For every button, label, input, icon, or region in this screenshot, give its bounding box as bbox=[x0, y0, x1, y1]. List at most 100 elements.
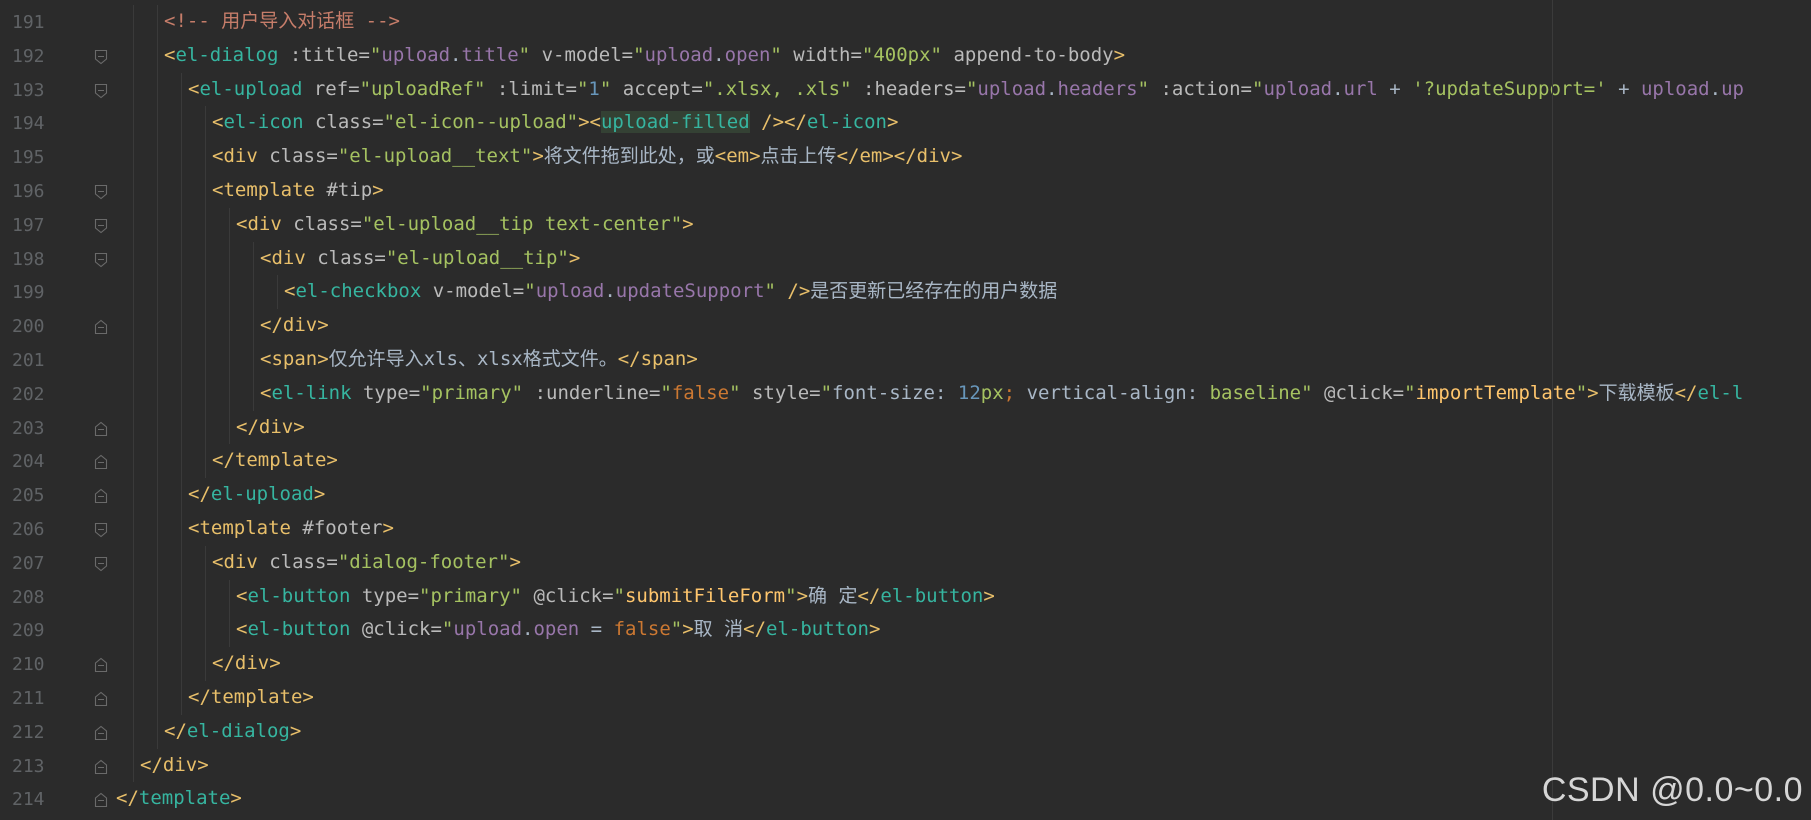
code-token: > bbox=[382, 517, 394, 539]
code-text: </template> bbox=[116, 782, 242, 816]
code-token: 点击上传 bbox=[760, 145, 837, 168]
fold-open-icon[interactable] bbox=[94, 556, 108, 572]
code-line[interactable]: <div class="el-upload__tip text-center"> bbox=[110, 207, 1811, 242]
code-token: </div> bbox=[140, 753, 209, 776]
indent-guide bbox=[157, 579, 158, 614]
code-token: :action= bbox=[1149, 77, 1252, 100]
code-line[interactable]: <el-button type="primary" @click="submit… bbox=[110, 579, 1811, 614]
fold-close-icon[interactable] bbox=[94, 454, 108, 470]
code-token: </div> bbox=[260, 314, 329, 337]
code-token: < bbox=[164, 43, 176, 66]
code-line[interactable]: <div class="el-upload__tip"> bbox=[110, 241, 1811, 276]
indent-guide bbox=[133, 241, 134, 276]
gutter-row: 205 bbox=[0, 478, 108, 512]
code-line[interactable]: <el-button @click="upload.open = false">… bbox=[110, 613, 1811, 648]
indent-guide bbox=[229, 241, 230, 276]
indent-guide bbox=[181, 410, 182, 445]
code-token: <template bbox=[188, 517, 291, 539]
fold-open-icon[interactable] bbox=[94, 184, 108, 200]
indent-guide bbox=[181, 72, 182, 107]
code-token: " bbox=[820, 381, 833, 404]
code-token: " bbox=[1301, 381, 1313, 404]
fold-close-icon[interactable] bbox=[94, 319, 108, 335]
code-token: v-model= bbox=[530, 43, 634, 66]
fold-open-icon[interactable] bbox=[94, 522, 108, 538]
fold-close-icon[interactable] bbox=[94, 725, 108, 741]
right-margin-guide bbox=[1552, 0, 1553, 820]
code-line[interactable]: <span>仅允许导入xls、xlsx格式文件。</span> bbox=[110, 343, 1811, 377]
fold-close-icon[interactable] bbox=[94, 759, 108, 775]
indent-guide bbox=[157, 376, 158, 411]
code-token: type= bbox=[350, 584, 420, 607]
code-line[interactable]: <el-link type="primary" :underline="fals… bbox=[110, 376, 1811, 411]
fold-close-icon[interactable] bbox=[94, 657, 108, 673]
code-token: </ bbox=[164, 719, 187, 742]
code-token: > bbox=[796, 584, 809, 607]
code-token: "el-upload__tip text-center" bbox=[361, 212, 683, 235]
code-line[interactable]: <el-dialog :title="upload.title" v-model… bbox=[110, 38, 1811, 73]
code-token: class= bbox=[257, 145, 338, 168]
indent-guide bbox=[157, 444, 158, 479]
code-token: upload bbox=[535, 280, 605, 303]
code-token: upload bbox=[644, 43, 714, 66]
code-line[interactable]: <el-checkbox v-model="upload.updateSuppo… bbox=[110, 275, 1811, 310]
gutter-row: 193 bbox=[0, 73, 108, 107]
code-token: > bbox=[868, 618, 881, 641]
code-line[interactable]: <div class="dialog-footer"> bbox=[110, 545, 1811, 580]
code-line[interactable]: <div class="el-upload__text">将文件拖到此处，或<e… bbox=[110, 140, 1811, 174]
code-line[interactable]: </el-upload> bbox=[110, 478, 1811, 512]
code-token: 12 bbox=[957, 381, 981, 404]
code-area[interactable]: <!-- 用户导入对话框 --> <el-dialog :title="uploa… bbox=[110, 0, 1811, 820]
indent-guide bbox=[181, 174, 182, 208]
code-line[interactable]: <el-upload ref="uploadRef" :limit="1" ac… bbox=[110, 72, 1811, 107]
code-token: </div> bbox=[236, 415, 305, 438]
code-line[interactable]: </template> bbox=[110, 444, 1811, 479]
gutter-row: 207 bbox=[0, 546, 108, 580]
csdn-watermark: CSDN @0.0~0.0 bbox=[1541, 771, 1803, 809]
fold-close-icon[interactable] bbox=[94, 421, 108, 437]
code-token: < bbox=[236, 584, 248, 607]
fold-close-icon[interactable] bbox=[94, 792, 108, 808]
code-token: upload bbox=[1263, 77, 1333, 100]
code-token: > bbox=[1587, 381, 1599, 404]
code-token: <div bbox=[260, 246, 306, 269]
code-line[interactable]: </div> bbox=[110, 647, 1811, 681]
code-line[interactable]: </el-dialog> bbox=[110, 714, 1811, 749]
code-text: <template #tip> bbox=[212, 174, 384, 208]
fold-open-icon[interactable] bbox=[94, 83, 108, 99]
code-line[interactable]: <!-- 用户导入对话框 --> bbox=[110, 5, 1811, 39]
fold-open-icon[interactable] bbox=[94, 252, 108, 268]
code-token: " bbox=[660, 381, 672, 404]
fold-open-icon[interactable] bbox=[94, 218, 108, 234]
code-line[interactable]: </div> bbox=[110, 309, 1811, 343]
code-text: </el-dialog> bbox=[164, 715, 301, 749]
indent-guide bbox=[205, 376, 206, 411]
gutter-row: 210 bbox=[0, 647, 108, 681]
indent-guide bbox=[133, 376, 134, 411]
code-editor[interactable]: 191 192 193 194 195 196 197 198 199 200 201 202 203 2… bbox=[0, 0, 1811, 820]
code-token: 是否更新已经存在的用户数据 bbox=[810, 280, 1058, 303]
indent-guide bbox=[157, 174, 158, 208]
code-line[interactable]: </div> bbox=[110, 410, 1811, 445]
indent-guide bbox=[205, 545, 206, 580]
code-token: :limit= bbox=[485, 77, 577, 100]
code-line[interactable]: <template #footer> bbox=[110, 512, 1811, 546]
fold-open-icon[interactable] bbox=[94, 49, 108, 65]
gutter-row: 212 bbox=[0, 715, 108, 749]
code-line[interactable]: </template> bbox=[110, 681, 1811, 715]
indent-guide bbox=[181, 140, 182, 174]
code-token: </ bbox=[116, 787, 139, 810]
fold-close-icon[interactable] bbox=[94, 488, 108, 504]
code-line[interactable]: <template #tip> bbox=[110, 174, 1811, 208]
gutter-row: 191 bbox=[0, 5, 108, 39]
code-token: class= bbox=[303, 111, 384, 134]
indent-guide bbox=[253, 241, 254, 276]
fold-close-icon[interactable] bbox=[94, 691, 108, 707]
code-token: accept= bbox=[611, 77, 703, 100]
code-line[interactable]: <el-icon class="el-icon--upload"><upload… bbox=[110, 106, 1811, 141]
gutter-row: 203 bbox=[0, 411, 108, 445]
indent-guide bbox=[133, 343, 134, 377]
code-token: <div bbox=[212, 145, 258, 168]
indent-guide bbox=[133, 647, 134, 681]
indent-guide bbox=[205, 241, 206, 276]
